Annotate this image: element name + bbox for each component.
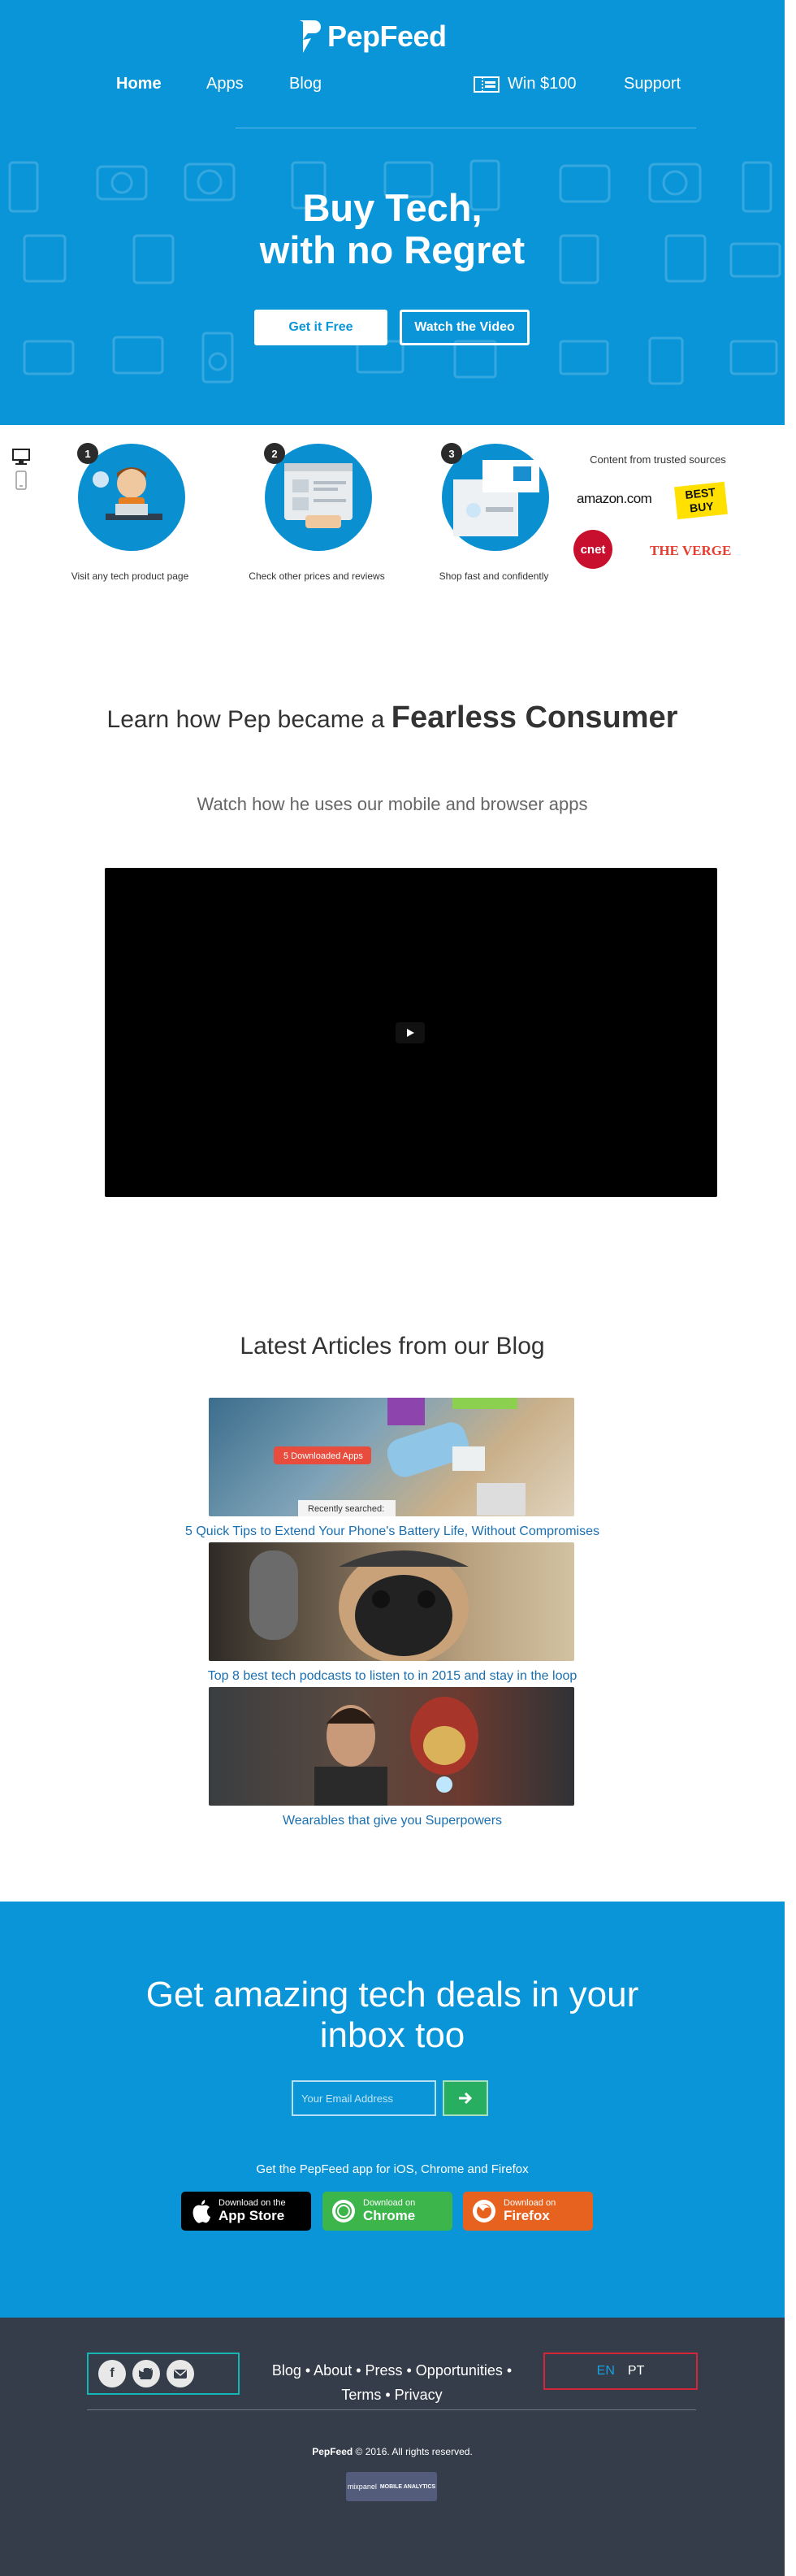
firefox-store-line2: Firefox xyxy=(504,2208,550,2223)
email-input[interactable] xyxy=(292,2080,436,2116)
step-3-label: Shop fast and confidently xyxy=(439,570,549,582)
article-2-title[interactable]: Top 8 best tech podcasts to listen to in… xyxy=(0,1669,785,1684)
nav-apps[interactable]: Apps xyxy=(206,75,244,93)
hero-buttons: Get it Free Watch the Video xyxy=(0,310,785,345)
language-pt[interactable]: PT xyxy=(628,2364,644,2379)
copyright-brand: PepFeed xyxy=(312,2446,353,2457)
chrome-store-line1: Download on xyxy=(363,2198,416,2208)
newsletter-form xyxy=(292,2080,488,2116)
footer-divider xyxy=(87,2409,696,2410)
get-it-free-button[interactable]: Get it Free xyxy=(254,310,387,345)
watch-video-button[interactable]: Watch the Video xyxy=(400,310,530,345)
fearless-subtitle: Watch how he uses our mobile and browser… xyxy=(197,794,588,814)
article-3-image xyxy=(314,1697,478,1806)
article-2-thumbnail[interactable] xyxy=(209,1542,574,1661)
email-icon[interactable] xyxy=(167,2360,194,2387)
nav-home[interactable]: Home xyxy=(116,75,162,93)
chrome-store-button[interactable]: Download on Chrome xyxy=(322,2192,452,2231)
facebook-icon[interactable]: f xyxy=(98,2360,126,2387)
social-links: f xyxy=(87,2353,240,2395)
footer-links-line1[interactable]: Blog • About • Press • Opportunities • xyxy=(244,2358,540,2383)
nav-win-label: Win $100 xyxy=(508,75,577,93)
step-3-illustration: 3 xyxy=(441,443,549,551)
app-store-badges: Download on the App Store Download on Ch… xyxy=(0,2192,785,2231)
play-icon xyxy=(407,1029,414,1037)
chrome-store-text: Download on Chrome xyxy=(363,2198,415,2224)
nav-win[interactable]: Win $100 xyxy=(474,75,577,93)
twitter-icon[interactable] xyxy=(132,2360,160,2387)
language-switcher: EN PT xyxy=(543,2353,698,2390)
hero-title-line2: with no Regret xyxy=(259,228,526,271)
hero-title-line1: Buy Tech, xyxy=(302,186,482,229)
article-2-image xyxy=(249,1550,469,1661)
app-store-text: Download on the App Store xyxy=(218,2198,286,2224)
language-en[interactable]: EN xyxy=(597,2364,615,2379)
pepfeed-logo[interactable]: PepFeed xyxy=(296,16,447,57)
mixpanel-badge[interactable]: mixpanel MOBILE ANALYTICS xyxy=(346,2472,437,2501)
fearless-heading: Learn how Pep became a Fearless Consumer xyxy=(0,700,785,735)
article-3-thumbnail[interactable] xyxy=(209,1687,574,1806)
step-2-illustration: 2 xyxy=(264,443,372,551)
brand-name: PepFeed xyxy=(327,20,447,53)
subscribe-button[interactable] xyxy=(443,2080,488,2116)
article-1-image: 5 Downloaded Apps Recently searched: xyxy=(274,1398,526,1516)
article-1-title[interactable]: 5 Quick Tips to Extend Your Phone's Batt… xyxy=(0,1524,785,1539)
apps-availability-text: Get the PepFeed app for iOS, Chrome and … xyxy=(256,2162,529,2176)
arrow-right-icon xyxy=(459,2092,473,2105)
newsletter-title-line2: inbox too xyxy=(319,2015,465,2055)
pepfeed-logo-icon xyxy=(300,20,321,53)
blog-section-title: Latest Articles from our Blog xyxy=(240,1333,545,1360)
ticket-icon xyxy=(474,76,500,93)
app-store-line1: Download on the xyxy=(218,2198,286,2208)
step-2-label: Check other prices and reviews xyxy=(249,570,385,582)
trusted-sources: Content from trusted sources amazon.com … xyxy=(569,453,747,569)
step-2-number: 2 xyxy=(271,448,277,460)
site-footer: f Blog • About • Press • Opportunities •… xyxy=(0,2318,785,2576)
fearless-emphasis: Fearless Consumer xyxy=(391,700,678,735)
bestbuy-logo: BEST BUY xyxy=(674,481,728,520)
mixpanel-sub-text: MOBILE ANALYTICS xyxy=(379,2483,436,2490)
article-3-title[interactable]: Wearables that give you Superpowers xyxy=(0,1814,785,1828)
firefox-store-button[interactable]: Download on Firefox xyxy=(463,2192,593,2231)
step-1-illustration: 1 xyxy=(77,443,185,551)
footer-links-line2[interactable]: Terms • Privacy xyxy=(244,2383,540,2407)
fearless-prefix: Learn how Pep became a xyxy=(106,706,385,733)
trusted-sources-title: Content from trusted sources xyxy=(590,453,726,466)
step-3: 3 Shop fast and confidently xyxy=(413,431,575,582)
article-1-thumb-text-1: 5 Downloaded Apps xyxy=(283,1451,363,1461)
step-2: 2 Check other prices and reviews xyxy=(236,431,398,582)
main-nav: Home Apps Blog Win $100 Support xyxy=(0,75,785,99)
mixpanel-logo-text: mixpanel xyxy=(347,2483,377,2491)
step-1-label: Visit any tech product page xyxy=(71,570,189,582)
nav-support[interactable]: Support xyxy=(624,75,681,93)
newsletter-title-line1: Get amazing tech deals in your xyxy=(145,1975,639,2014)
article-1-thumbnail[interactable]: 5 Downloaded Apps Recently searched: xyxy=(209,1398,574,1516)
app-store-line2: App Store xyxy=(218,2208,285,2223)
article-1-thumb-text-2: Recently searched: xyxy=(308,1504,384,1514)
footer-links: Blog • About • Press • Opportunities • T… xyxy=(244,2358,540,2407)
hero-title: Buy Tech, with no Regret xyxy=(0,187,785,271)
copyright-text: © 2016. All rights reserved. xyxy=(353,2446,473,2457)
copyright: PepFeed © 2016. All rights reserved. xyxy=(0,2446,785,2457)
play-button[interactable] xyxy=(396,1022,425,1043)
amazon-logo: amazon.com xyxy=(577,491,652,506)
chrome-store-line2: Chrome xyxy=(363,2208,416,2223)
newsletter-section: Get amazing tech deals in your inbox too… xyxy=(0,1902,785,2318)
app-store-button[interactable]: Download on the App Store xyxy=(181,2192,311,2231)
the-verge-logo: THE VERGE xyxy=(650,543,732,558)
video-player[interactable] xyxy=(105,868,717,1197)
hero-section: PepFeed Home Apps Blog Win $100 Support … xyxy=(0,0,785,425)
step-1-number: 1 xyxy=(84,448,90,460)
step-3-number: 3 xyxy=(448,448,454,460)
apple-icon xyxy=(193,2200,210,2223)
step-1: 1 Visit any tech product page xyxy=(49,431,211,582)
cnet-logo: cnet xyxy=(573,530,612,569)
nav-blog[interactable]: Blog xyxy=(289,75,322,93)
firefox-store-text: Download on Firefox xyxy=(504,2198,556,2224)
chrome-icon xyxy=(332,2200,355,2223)
firefox-store-line1: Download on xyxy=(504,2198,556,2208)
firefox-icon xyxy=(473,2200,495,2223)
newsletter-title: Get amazing tech deals in your inbox too xyxy=(0,1975,785,2056)
